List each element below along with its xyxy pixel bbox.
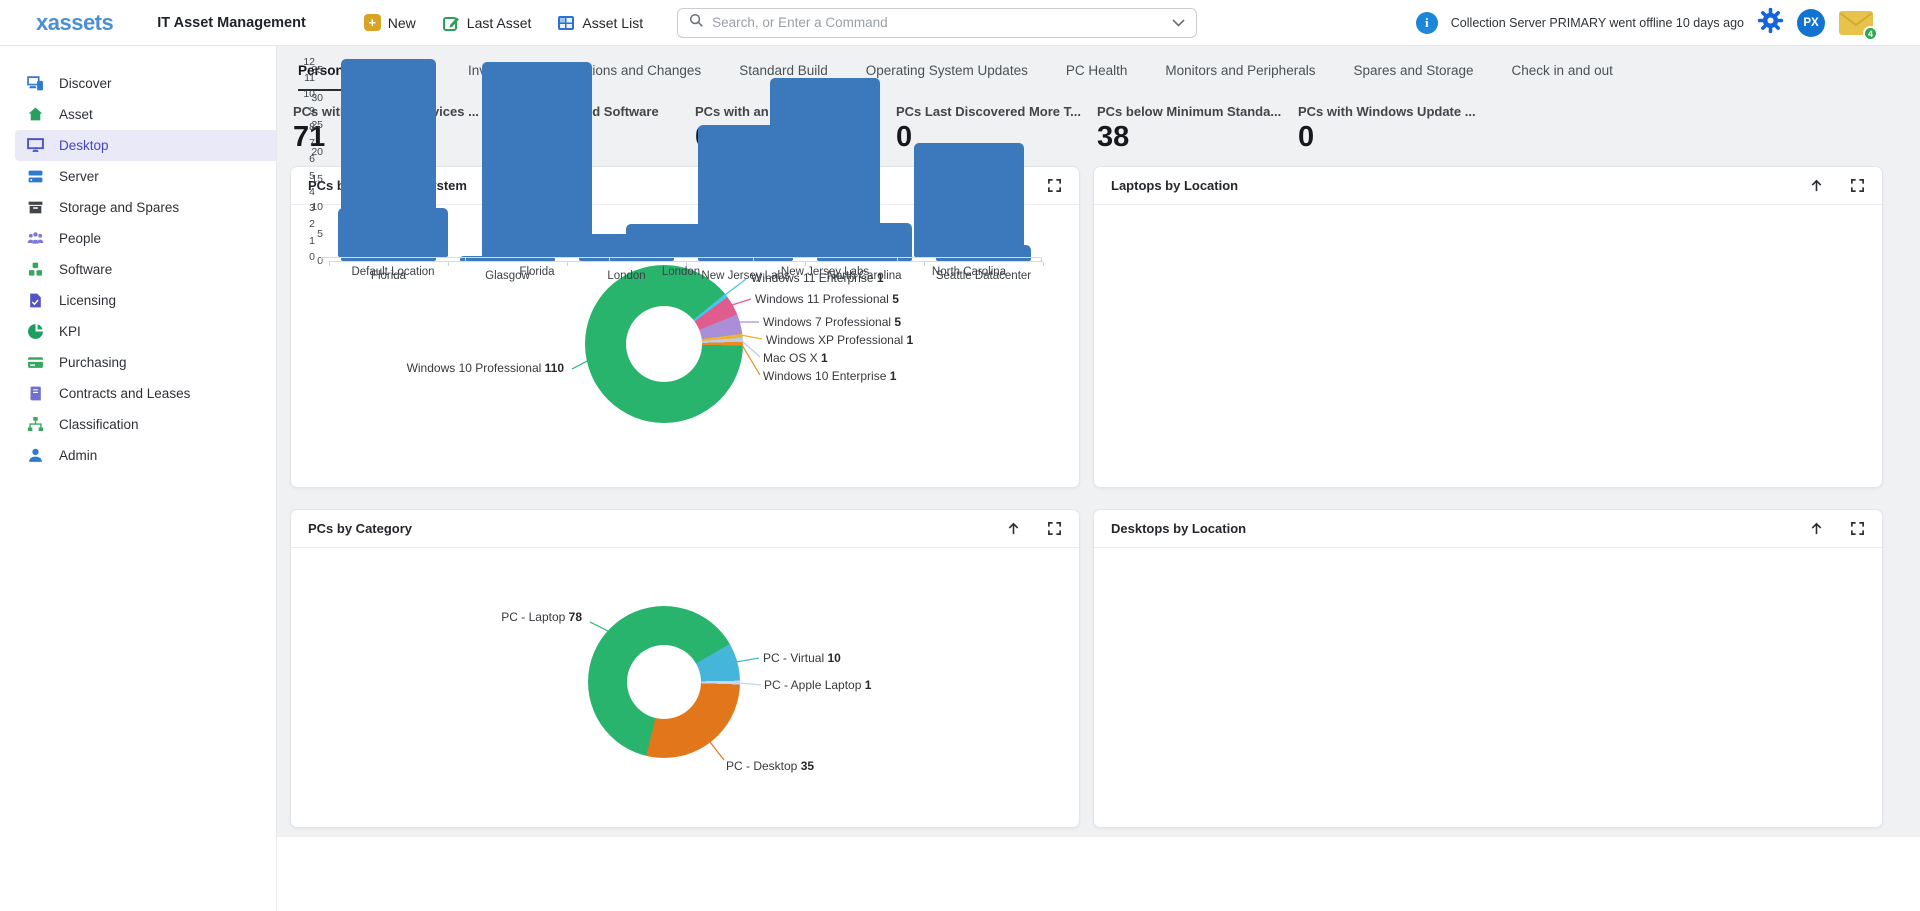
gear-icon[interactable] bbox=[1757, 7, 1784, 39]
sidebar-item-admin[interactable]: Admin bbox=[0, 440, 276, 471]
storage-icon bbox=[26, 199, 44, 217]
grid-table-icon bbox=[557, 14, 575, 32]
mail-icon[interactable]: 4 bbox=[1838, 10, 1874, 36]
sidebar-item-people[interactable]: People bbox=[0, 223, 276, 254]
sidebar: Discover Asset Desktop Server Storage and Sp… bbox=[0, 46, 277, 911]
chevron-down-icon[interactable] bbox=[1172, 14, 1185, 32]
sidebar-item-label: KPI bbox=[59, 324, 81, 339]
sidebar-item-kpi[interactable]: KPI bbox=[0, 316, 276, 347]
sidebar-item-label: Software bbox=[59, 262, 112, 277]
sidebar-item-label: Asset bbox=[59, 107, 93, 122]
licensing-icon bbox=[26, 292, 44, 310]
bar-chart-desktops-by-location: 0123456789101112Default LocationFloridaL… bbox=[1093, 509, 1883, 828]
mail-badge: 4 bbox=[1863, 26, 1878, 41]
discover-icon bbox=[26, 75, 44, 93]
last-asset-button-label: Last Asset bbox=[467, 15, 532, 31]
software-icon bbox=[26, 261, 44, 279]
sidebar-item-asset[interactable]: Asset bbox=[0, 99, 276, 130]
sidebar-nav: Discover Asset Desktop Server Storage and Sp… bbox=[0, 68, 276, 471]
sidebar-item-label: Desktop bbox=[59, 138, 109, 153]
sidebar-item-label: Contracts and Leases bbox=[59, 386, 190, 401]
classification-icon bbox=[26, 416, 44, 434]
sidebar-item-discover[interactable]: Discover bbox=[0, 68, 276, 99]
admin-icon bbox=[26, 447, 44, 465]
search-box[interactable] bbox=[677, 8, 1197, 38]
info-icon[interactable]: i bbox=[1416, 12, 1438, 34]
edit-pencil-icon bbox=[442, 14, 460, 32]
asset-list-button-label: Asset List bbox=[582, 15, 643, 31]
plus-icon: + bbox=[364, 14, 381, 31]
sidebar-item-purchasing[interactable]: Purchasing bbox=[0, 347, 276, 378]
sidebar-item-label: Storage and Spares bbox=[59, 200, 179, 215]
sidebar-item-label: Classification bbox=[59, 417, 139, 432]
notification-text: Collection Server PRIMARY went offline 1… bbox=[1451, 16, 1744, 30]
sidebar-item-label: Server bbox=[59, 169, 99, 184]
avatar[interactable]: PX bbox=[1797, 9, 1825, 37]
panel-desktops-by-location: Desktops by Location 0123456789101112Def… bbox=[1093, 509, 1883, 828]
last-asset-button[interactable]: Last Asset bbox=[442, 14, 532, 32]
sidebar-item-label: Admin bbox=[59, 448, 97, 463]
sidebar-item-label: Discover bbox=[59, 76, 112, 91]
sidebar-item-label: People bbox=[59, 231, 101, 246]
sidebar-item-label: Licensing bbox=[59, 293, 116, 308]
search-icon bbox=[689, 13, 704, 33]
new-button[interactable]: + New bbox=[364, 14, 416, 31]
desktop-icon bbox=[26, 137, 44, 155]
people-icon bbox=[26, 230, 44, 248]
sidebar-item-licensing[interactable]: Licensing bbox=[0, 285, 276, 316]
asset-icon bbox=[26, 106, 44, 124]
sidebar-item-software[interactable]: Software bbox=[0, 254, 276, 285]
kpi-icon bbox=[26, 323, 44, 341]
contracts-icon bbox=[26, 385, 44, 403]
app-logo[interactable]: xassets bbox=[36, 10, 113, 36]
sidebar-item-classification[interactable]: Classification bbox=[0, 409, 276, 440]
header-right-cluster: i Collection Server PRIMARY went offline… bbox=[1416, 0, 1874, 46]
sidebar-item-label: Purchasing bbox=[59, 355, 127, 370]
main-content: Personal ComputersInventoryAdditions and… bbox=[277, 46, 1920, 911]
dashboard-grid: PCs by Operating System bbox=[277, 154, 1920, 828]
top-header: xassets IT Asset Management + New Last A… bbox=[0, 0, 1920, 46]
sidebar-item-contracts-and-leases[interactable]: Contracts and Leases bbox=[0, 378, 276, 409]
sidebar-item-desktop[interactable]: Desktop bbox=[15, 130, 276, 161]
server-icon bbox=[26, 168, 44, 186]
asset-list-button[interactable]: Asset List bbox=[557, 14, 643, 32]
search-input[interactable] bbox=[712, 15, 1164, 30]
purchasing-icon bbox=[26, 354, 44, 372]
sidebar-item-server[interactable]: Server bbox=[0, 161, 276, 192]
new-button-label: New bbox=[388, 15, 416, 31]
page-title: IT Asset Management bbox=[157, 15, 306, 31]
sidebar-item-storage-and-spares[interactable]: Storage and Spares bbox=[0, 192, 276, 223]
